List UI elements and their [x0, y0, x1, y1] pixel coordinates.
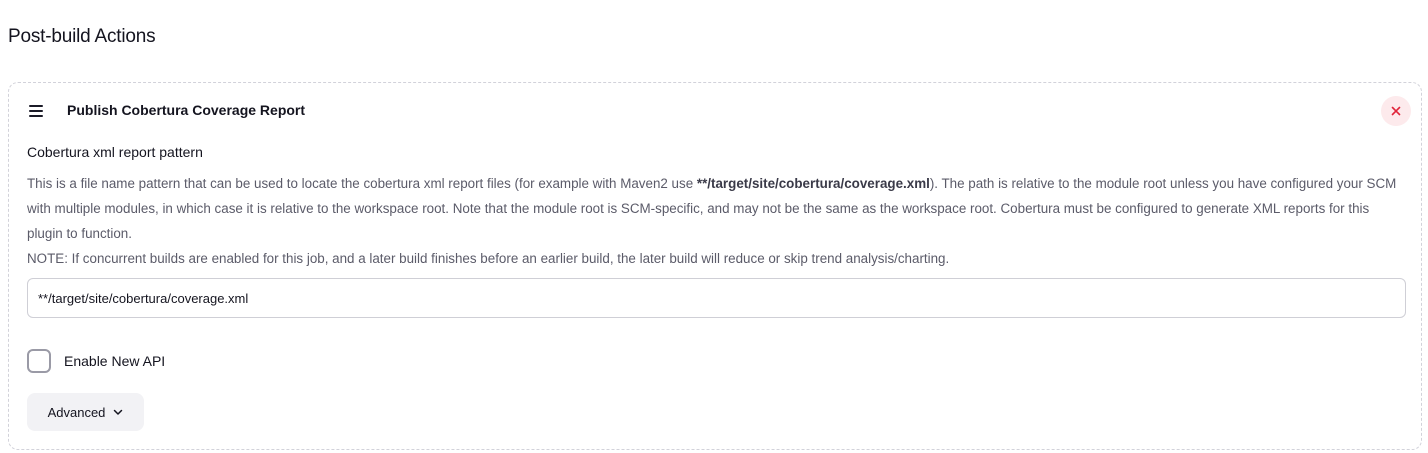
- section-title: Post-build Actions: [8, 26, 156, 47]
- drag-handle-icon[interactable]: [27, 104, 45, 118]
- enable-new-api-row: Enable New API: [27, 348, 165, 374]
- report-pattern-input[interactable]: [27, 278, 1406, 318]
- close-icon: [1391, 106, 1401, 116]
- report-pattern-label: Cobertura xml report pattern: [27, 144, 203, 160]
- enable-new-api-checkbox[interactable]: [27, 349, 51, 373]
- post-build-action-card: Publish Cobertura Coverage Report Cobert…: [8, 82, 1422, 450]
- help-text-note: NOTE: If concurrent builds are enabled f…: [27, 251, 950, 266]
- card-title: Publish Cobertura Coverage Report: [67, 102, 306, 118]
- help-text-example-path: **/target/site/cobertura/coverage.xml: [696, 176, 930, 191]
- delete-action-button[interactable]: [1381, 96, 1411, 126]
- card-header: Publish Cobertura Coverage Report: [27, 96, 1411, 126]
- advanced-label: Advanced: [47, 404, 106, 420]
- enable-new-api-label[interactable]: Enable New API: [64, 353, 165, 369]
- advanced-button[interactable]: Advanced: [27, 393, 144, 431]
- help-text-prefix: This is a file name pattern that can be …: [27, 176, 697, 191]
- chevron-down-icon: [114, 409, 123, 415]
- report-pattern-help: This is a file name pattern that can be …: [27, 171, 1407, 271]
